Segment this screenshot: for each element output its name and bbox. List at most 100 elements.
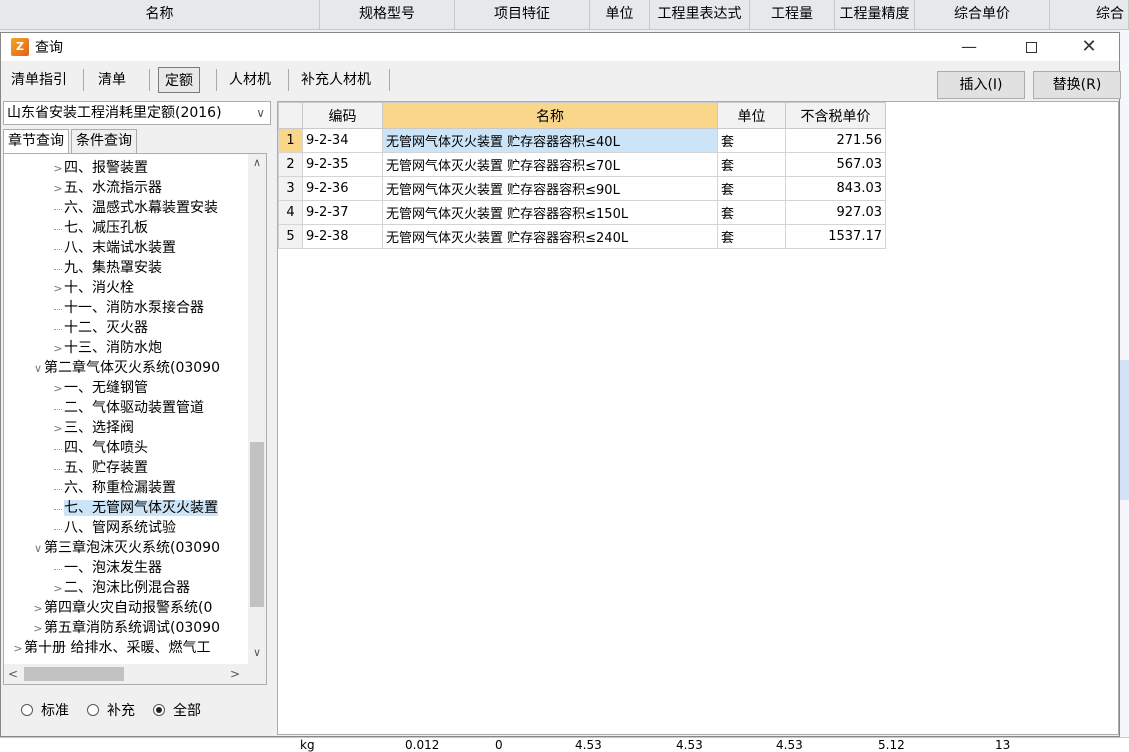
col-name[interactable]: 名称 bbox=[382, 102, 718, 129]
table-row[interactable]: 3 9-2-36 无管网气体灭火装置 贮存容器容积≤90L 套 843.03 bbox=[278, 176, 886, 201]
quota-library-select[interactable]: 山东省安装工程消耗里定额(2016) ∨ bbox=[3, 101, 271, 125]
tree-item[interactable]: >三、选择阀 bbox=[4, 418, 248, 438]
cell-unit[interactable]: 套 bbox=[717, 200, 786, 225]
tree-item[interactable]: 二、气体驱动装置管道 bbox=[4, 398, 248, 418]
table-row[interactable]: 4 9-2-37 无管网气体灭火装置 贮存容器容积≤150L 套 927.03 bbox=[278, 200, 886, 225]
tree-item[interactable]: ∨ 第二章气体灭火系统(03090 bbox=[4, 358, 248, 378]
bg-col-name[interactable]: 名称 bbox=[0, 0, 320, 30]
tree-item[interactable]: 一、泡沫发生器 bbox=[4, 558, 248, 578]
tree-item[interactable]: >第四章火灾自动报警系统(0 bbox=[4, 598, 248, 618]
insert-button[interactable]: 插入(I) bbox=[937, 71, 1025, 99]
bg-col-total[interactable]: 综合 bbox=[1050, 0, 1129, 30]
chevron-right-icon[interactable]: > bbox=[52, 579, 64, 599]
filter-radio[interactable]: 补充 bbox=[87, 700, 135, 720]
tree-item[interactable]: 七、无管网气体灭火装置 bbox=[4, 498, 248, 518]
tree-item[interactable]: 六、称重检漏装置 bbox=[4, 478, 248, 498]
tree-item[interactable]: >十、消火栓 bbox=[4, 278, 248, 298]
scroll-thumb[interactable] bbox=[24, 667, 124, 681]
cell-rownum[interactable]: 4 bbox=[278, 200, 303, 225]
tab-quota[interactable]: 定额 bbox=[158, 67, 200, 93]
tab-bill[interactable]: 清单 bbox=[96, 67, 128, 93]
tree-item[interactable]: >四、报警装置 bbox=[4, 158, 248, 178]
scroll-up-icon[interactable]: ∧ bbox=[248, 154, 266, 172]
radio-indicator[interactable] bbox=[153, 704, 165, 716]
scroll-thumb[interactable] bbox=[250, 442, 264, 607]
tree-item[interactable]: 六、温感式水幕装置安装 bbox=[4, 198, 248, 218]
col-unit[interactable]: 单位 bbox=[717, 102, 786, 129]
chevron-right-icon[interactable]: > bbox=[52, 379, 64, 399]
cell-code[interactable]: 9-2-36 bbox=[302, 176, 383, 201]
radio-indicator[interactable] bbox=[21, 704, 33, 716]
tree-item[interactable]: 八、末端试水装置 bbox=[4, 238, 248, 258]
chevron-right-icon[interactable]: > bbox=[12, 639, 24, 659]
scroll-left-icon[interactable]: < bbox=[4, 664, 22, 684]
cell-name[interactable]: 无管网气体灭火装置 贮存容器容积≤90L bbox=[382, 176, 718, 201]
cell-price[interactable]: 271.56 bbox=[785, 128, 886, 153]
cell-price[interactable]: 843.03 bbox=[785, 176, 886, 201]
tree-vertical-scrollbar[interactable]: ∧ ∨ bbox=[248, 154, 266, 664]
cell-name[interactable]: 无管网气体灭火装置 贮存容器容积≤150L bbox=[382, 200, 718, 225]
tree-item[interactable]: 八、管网系统试验 bbox=[4, 518, 248, 538]
maximize-button[interactable] bbox=[1008, 33, 1054, 61]
radio-indicator[interactable] bbox=[87, 704, 99, 716]
tab-bill-guide[interactable]: 清单指引 bbox=[9, 67, 69, 93]
chevron-right-icon[interactable]: > bbox=[32, 599, 44, 619]
cell-rownum[interactable]: 1 bbox=[278, 128, 303, 153]
bg-col-unit[interactable]: 单位 bbox=[590, 0, 650, 30]
tree-item[interactable]: >第十册 给排水、采暖、燃气工 bbox=[4, 638, 248, 658]
minimize-button[interactable]: — bbox=[946, 33, 992, 61]
tab-supplement-labor-material[interactable]: 补充人材机 bbox=[299, 67, 373, 93]
cell-code[interactable]: 9-2-34 bbox=[302, 128, 383, 153]
cell-rownum[interactable]: 5 bbox=[278, 224, 303, 249]
table-row[interactable]: 2 9-2-35 无管网气体灭火装置 贮存容器容积≤70L 套 567.03 bbox=[278, 152, 886, 177]
cell-rownum[interactable]: 2 bbox=[278, 152, 303, 177]
chevron-right-icon[interactable]: > bbox=[52, 419, 64, 439]
chevron-right-icon[interactable]: > bbox=[52, 339, 64, 359]
cell-price[interactable]: 1537.17 bbox=[785, 224, 886, 249]
filter-radio[interactable]: 全部 bbox=[153, 700, 201, 720]
cell-code[interactable]: 9-2-37 bbox=[302, 200, 383, 225]
tree-horizontal-scrollbar[interactable]: < > bbox=[4, 664, 266, 684]
cell-unit[interactable]: 套 bbox=[717, 152, 786, 177]
cell-unit[interactable]: 套 bbox=[717, 224, 786, 249]
tree-item[interactable]: 五、贮存装置 bbox=[4, 458, 248, 478]
cell-code[interactable]: 9-2-38 bbox=[302, 224, 383, 249]
cell-unit[interactable]: 套 bbox=[717, 128, 786, 153]
chevron-right-icon[interactable]: > bbox=[52, 179, 64, 199]
chevron-right-icon[interactable]: > bbox=[52, 279, 64, 299]
col-code[interactable]: 编码 bbox=[302, 102, 383, 129]
tree-item[interactable]: 七、减压孔板 bbox=[4, 218, 248, 238]
cell-name[interactable]: 无管网气体灭火装置 贮存容器容积≤70L bbox=[382, 152, 718, 177]
col-price-excl-tax[interactable]: 不含税单价 bbox=[785, 102, 886, 129]
scroll-right-icon[interactable]: > bbox=[226, 664, 244, 684]
dialog-titlebar[interactable]: Z 查询 — ✕ bbox=[1, 33, 1119, 61]
cell-unit[interactable]: 套 bbox=[717, 176, 786, 201]
bg-col-feature[interactable]: 项目特征 bbox=[455, 0, 590, 30]
chevron-right-icon[interactable]: > bbox=[52, 159, 64, 179]
tree-item[interactable]: 九、集热罩安装 bbox=[4, 258, 248, 278]
bg-col-qty[interactable]: 工程量 bbox=[750, 0, 835, 30]
tree-item[interactable]: >五、水流指示器 bbox=[4, 178, 248, 198]
chevron-right-icon[interactable]: > bbox=[32, 619, 44, 639]
filter-radio[interactable]: 标准 bbox=[21, 700, 69, 720]
tree-item[interactable]: 十二、灭火器 bbox=[4, 318, 248, 338]
bg-col-unit-price[interactable]: 综合单价 bbox=[915, 0, 1050, 30]
cell-price[interactable]: 927.03 bbox=[785, 200, 886, 225]
scroll-down-icon[interactable]: ∨ bbox=[248, 644, 266, 662]
chevron-down-icon[interactable]: ∨ bbox=[32, 359, 44, 379]
cell-rownum[interactable]: 3 bbox=[278, 176, 303, 201]
cell-code[interactable]: 9-2-35 bbox=[302, 152, 383, 177]
tree-item[interactable]: >二、泡沫比例混合器 bbox=[4, 578, 248, 598]
tree-item[interactable]: ∨ 第三章泡沫灭火系统(03090 bbox=[4, 538, 248, 558]
chevron-down-icon[interactable]: ∨ bbox=[32, 539, 44, 559]
bg-col-expr[interactable]: 工程里表达式 bbox=[650, 0, 750, 30]
bg-col-spec[interactable]: 规格型号 bbox=[320, 0, 455, 30]
tree-item[interactable]: >十三、消防水炮 bbox=[4, 338, 248, 358]
cell-name[interactable]: 无管网气体灭火装置 贮存容器容积≤40L bbox=[382, 128, 718, 153]
table-row[interactable]: 5 9-2-38 无管网气体灭火装置 贮存容器容积≤240L 套 1537.17 bbox=[278, 224, 886, 249]
bg-col-precision[interactable]: 工程量精度 bbox=[835, 0, 915, 30]
tab-condition-query[interactable]: 条件查询 bbox=[71, 129, 137, 153]
close-button[interactable]: ✕ bbox=[1066, 33, 1112, 61]
cell-name[interactable]: 无管网气体灭火装置 贮存容器容积≤240L bbox=[382, 224, 718, 249]
tree-item[interactable]: >一、无缝钢管 bbox=[4, 378, 248, 398]
